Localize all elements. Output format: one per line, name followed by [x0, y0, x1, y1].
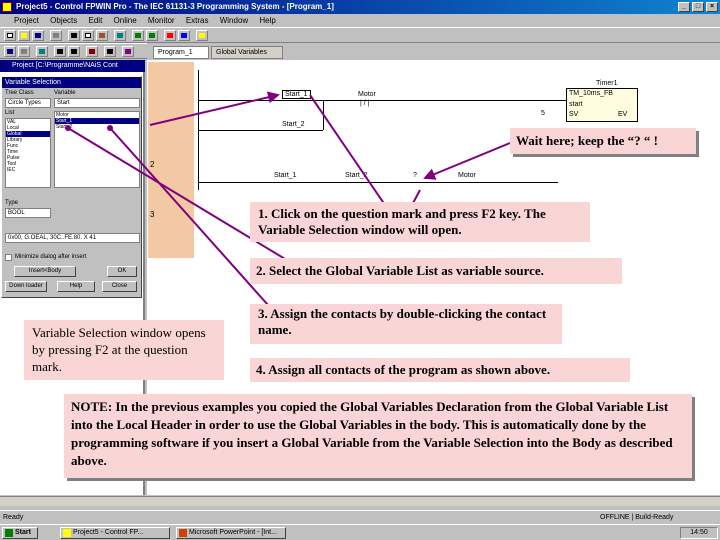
clock: 14:50 [680, 527, 718, 539]
arrow-anchor-start [107, 125, 113, 131]
note-step-4: 4. Assign all contacts of the program as… [250, 358, 630, 382]
arrow-anchor-global [65, 125, 71, 131]
fpwin-icon [63, 529, 71, 537]
status-bar: Ready OFFLINE | Build-Ready [0, 510, 720, 523]
horizontal-scrollbar[interactable] [0, 496, 720, 506]
note-wait: Wait here; keep the “? “ ! [510, 128, 696, 154]
status-text: Ready [3, 514, 24, 521]
taskbar: Start Project5 - Control FP... Microsoft… [0, 524, 720, 540]
status-mode: OFFLINE | Build-Ready [600, 514, 674, 521]
arrow-step1 [309, 94, 386, 206]
taskbar-item-fpwin[interactable]: Project5 - Control FP... [60, 527, 170, 539]
arrow-step2 [67, 127, 301, 269]
arrow-step3 [109, 127, 269, 306]
arrow-to-start1 [149, 91, 280, 126]
note-step-1: 1. Click on the question mark and press … [250, 202, 590, 242]
note-left: Variable Selection window opens by press… [24, 320, 224, 380]
note-step-3: 3. Assign the contacts by double-clickin… [250, 304, 562, 344]
note-step-2: 2. Select the Global Variable List as va… [250, 258, 622, 284]
taskbar-item-powerpoint[interactable]: Microsoft PowerPoint - [Int... [176, 527, 286, 539]
windows-icon [5, 529, 13, 537]
start-button[interactable]: Start [2, 527, 38, 539]
arrow-wait [423, 142, 511, 180]
note-bottom: NOTE: In the previous examples you copie… [64, 394, 692, 478]
powerpoint-icon [179, 529, 187, 537]
